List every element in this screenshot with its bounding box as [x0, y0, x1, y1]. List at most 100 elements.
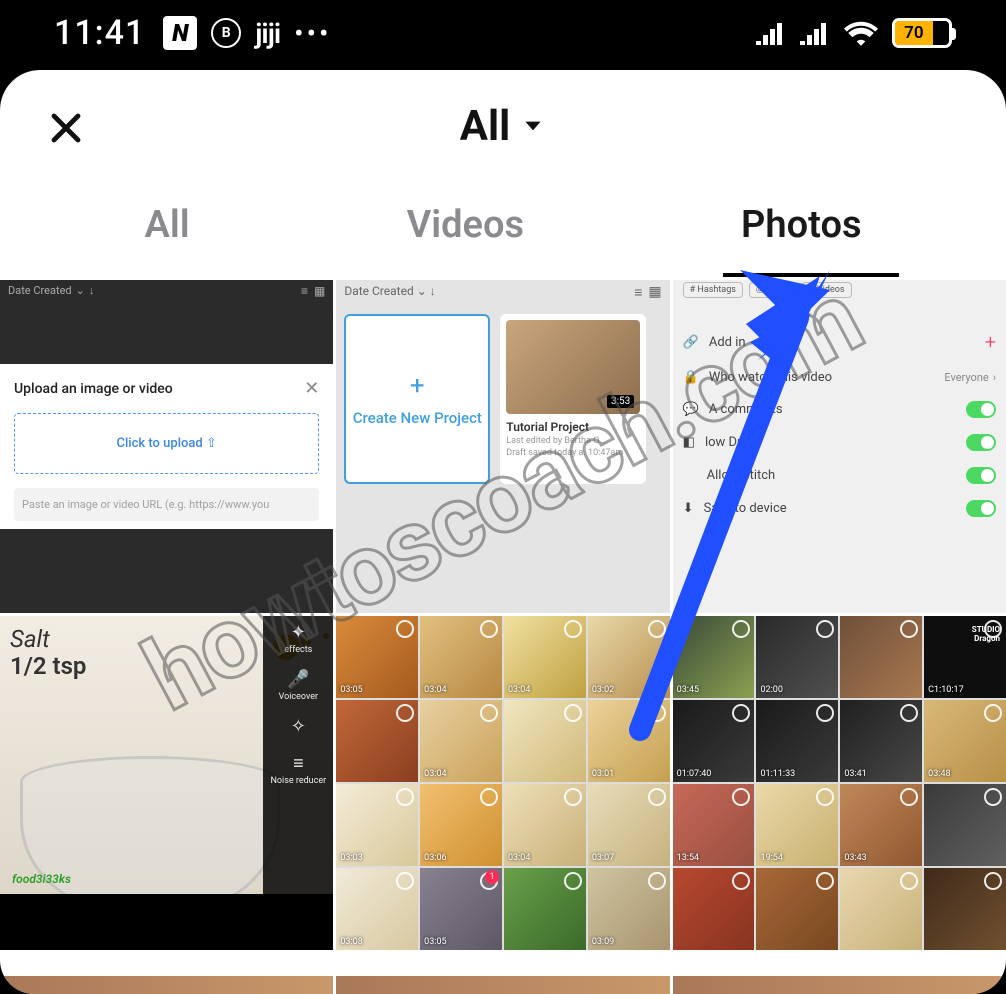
stitch-label: Allow Stitch	[707, 468, 776, 483]
recipe-ingredient: Salt	[10, 626, 86, 652]
media-item-grid-b[interactable]: 03:4502:00C1:10:17STUDIODragon01:07:4001…	[673, 616, 1006, 949]
b-app-icon: B	[211, 18, 241, 48]
add-link-label: Add in	[709, 335, 746, 350]
thumbnail	[924, 784, 1006, 866]
project-card: 3:53 Tutorial Project Last edited by Ber…	[500, 314, 646, 484]
create-project-label: Create New Project	[353, 409, 482, 427]
close-icon: ✕	[304, 378, 319, 399]
media-item-project[interactable]: Date Created ⌄ ↓ ≡▦ + Create New Project…	[336, 280, 669, 613]
album-selector[interactable]: All	[460, 102, 546, 151]
thumbnail: 03:04	[420, 616, 502, 698]
thumbnail: 03:09	[588, 868, 670, 950]
project-name: Tutorial Project	[506, 420, 640, 434]
tab-all[interactable]: All	[131, 193, 204, 257]
grid-view-icon: ▦	[314, 284, 325, 298]
thumbnail: 13:54	[673, 784, 755, 866]
toggle-on	[966, 500, 996, 517]
thumbnail: 19:54	[756, 784, 838, 866]
media-item-grid-a[interactable]: 03:0503:0403:0403:0203:0403:0103:0303:06…	[336, 616, 669, 949]
thumbnail: 03:051	[420, 868, 502, 950]
upload-dropzone: Click to upload ⇧	[14, 413, 319, 474]
toggle-on	[966, 467, 996, 484]
sheet-header: All	[0, 70, 1006, 182]
tab-photos[interactable]: Photos	[727, 193, 875, 257]
thumbnail	[924, 868, 1006, 950]
save-label: Save to device	[704, 501, 787, 516]
n-app-icon: N	[163, 16, 197, 50]
status-bar: 11:41 N B jiji ••• 70	[0, 0, 1006, 66]
chevron-down-icon	[520, 113, 546, 139]
toggle-on	[966, 401, 996, 418]
clock: 11:41	[54, 13, 145, 53]
signal-icon-1	[756, 21, 786, 45]
recipe-amount: 1/2 tsp	[10, 653, 86, 679]
chevron-right-icon: ›	[993, 371, 996, 384]
list-view-icon: ≡	[301, 284, 308, 298]
thumbnail: 03:01	[588, 700, 670, 782]
list-view-icon: ≡	[634, 284, 642, 301]
thumbnail: 03:06	[420, 784, 502, 866]
privacy-value: Everyone	[944, 371, 988, 384]
signal-icon-2	[800, 21, 830, 45]
tab-videos[interactable]: Videos	[393, 193, 538, 257]
thumbnail: 03:41	[840, 700, 922, 782]
sounds-chip: ◎ ...nds	[749, 282, 795, 298]
thumbnail: 03:03	[336, 784, 418, 866]
album-title: All	[460, 102, 510, 151]
thumbnail: 02:00	[756, 616, 838, 698]
plus-icon: +	[985, 330, 996, 354]
row-3-peek	[0, 976, 1006, 994]
duration-badge: 3:53	[607, 395, 634, 408]
thumbnail: C1:10:17STUDIODragon	[924, 616, 1006, 698]
thumbnail	[336, 700, 418, 782]
comment-icon: 💬	[683, 402, 699, 417]
jiji-icon: jiji	[255, 17, 280, 50]
videos-chip: ▷ Videos	[801, 282, 852, 298]
bowl-graphic	[20, 756, 280, 916]
thumbnail: 03:02	[588, 616, 670, 698]
thumbnail: 01:07:40	[673, 700, 755, 782]
thumbnail	[504, 700, 586, 782]
create-project-card: + Create New Project	[344, 314, 490, 484]
chevron-down-icon: ⌄	[76, 284, 85, 297]
enhance-icon: ✧	[291, 716, 306, 737]
media-grid: Date Created⌄↓ ≡▦ Upload an image or vid…	[0, 280, 1006, 950]
download-icon: ⬇	[683, 501, 694, 516]
thumbnail	[504, 868, 586, 950]
thumbnail: 03:07	[588, 784, 670, 866]
thumbnail	[840, 868, 922, 950]
comments-label: A comments	[709, 402, 783, 417]
thumbnail: 03:45	[673, 616, 755, 698]
battery-level: 70	[895, 21, 933, 45]
media-picker-sheet: All All Videos Photos Date Created⌄↓ ≡▦ …	[0, 70, 1006, 994]
thumbnail: 03:08	[336, 868, 418, 950]
thumbnail: 03:48	[924, 700, 1006, 782]
media-item-upload[interactable]: Date Created⌄↓ ≡▦ Upload an image or vid…	[0, 280, 333, 613]
toggle-on	[966, 434, 996, 451]
close-button[interactable]	[44, 106, 88, 150]
link-icon: 🔗	[683, 335, 699, 350]
thumbnail	[673, 868, 755, 950]
thumbnail: 03:43	[840, 784, 922, 866]
hashtags-chip: # Hashtags	[683, 282, 743, 298]
duet-icon: ◧	[683, 435, 695, 450]
media-item-settings[interactable]: # Hashtags ◎ ...nds ▷ Videos 🔗 Add in + 🔒 W…	[673, 280, 1006, 613]
upload-title: Upload an image or video	[14, 381, 173, 397]
close-icon	[48, 110, 84, 146]
media-item-recipe[interactable]: Salt 1/2 tsp food3i33ks ✦effects 🎤Voiceo…	[0, 616, 333, 949]
duet-label: low Duet	[705, 435, 755, 450]
thumbnail	[756, 868, 838, 950]
mic-icon: 🎤	[287, 669, 309, 690]
thumbnail: 03:04	[504, 784, 586, 866]
thumbnail: 03:04	[504, 616, 586, 698]
thumbnail: 03:05	[336, 616, 418, 698]
lock-icon: 🔒	[683, 370, 699, 385]
sort-label: Date Created	[344, 284, 413, 298]
privacy-label: Who watch this video	[709, 370, 832, 385]
video-letterbox	[0, 894, 333, 950]
project-saved: Draft saved today a. 10:47am	[506, 448, 640, 458]
brand-label: food3i33ks	[12, 872, 71, 886]
noise-icon: ≡	[293, 753, 304, 774]
thumbnail: 03:04	[420, 700, 502, 782]
media-type-tabs: All Videos Photos	[0, 182, 1006, 268]
